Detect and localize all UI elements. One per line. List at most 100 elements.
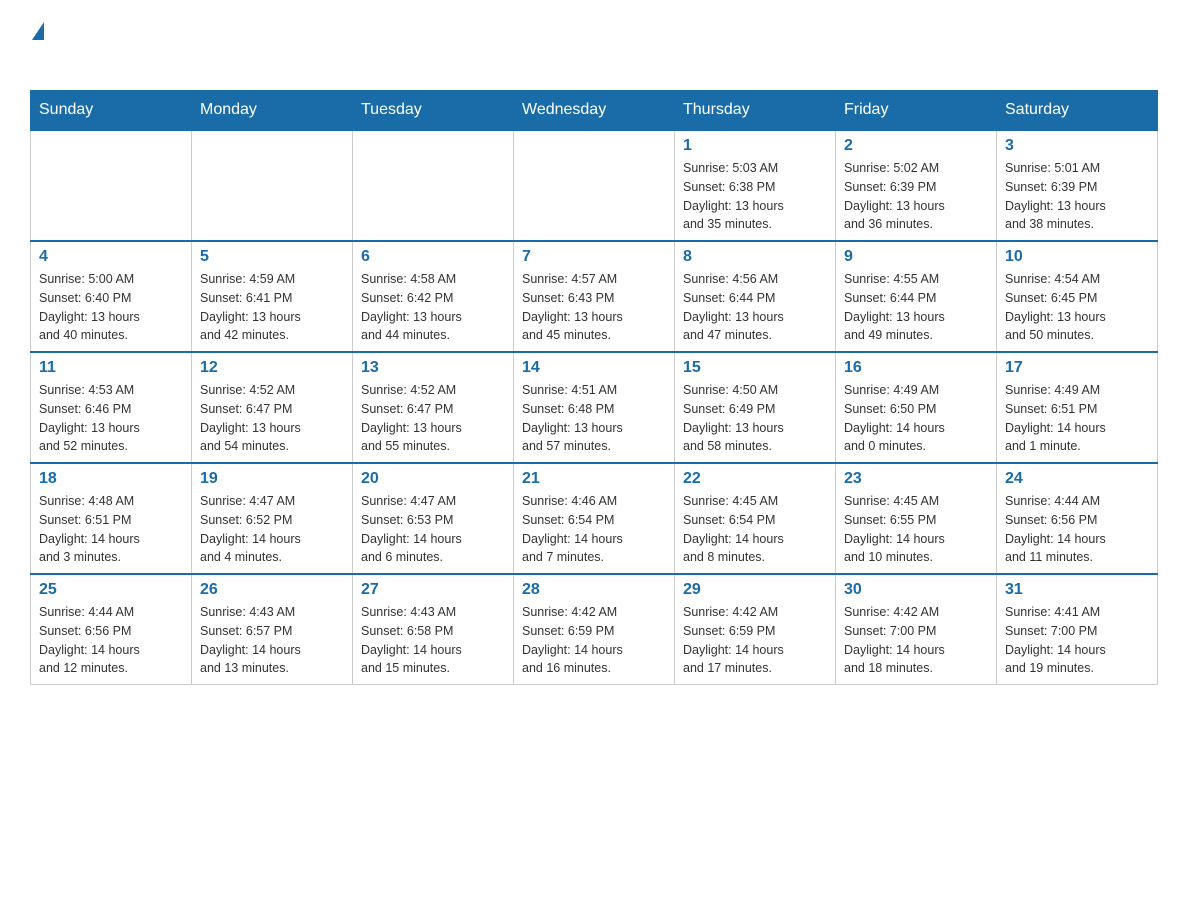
day-info: Sunrise: 4:42 AM Sunset: 7:00 PM Dayligh… [844, 603, 988, 678]
calendar-cell: 12 Sunrise: 4:52 AM Sunset: 6:47 PM Dayli… [192, 352, 353, 463]
calendar-cell: 5Sunrise: 4:59 AM Sunset: 6:41 PM Daylig… [192, 241, 353, 352]
calendar-week-row: 1 Sunrise: 5:03 AM Sunset: 6:38 PM Daylig… [31, 130, 1158, 241]
day-number: 14 [522, 359, 666, 377]
calendar-header-wednesday: Wednesday [514, 91, 675, 131]
calendar-cell: 30 Sunrise: 4:42 AM Sunset: 7:00 PM Dayli… [836, 574, 997, 685]
day-number: 5 [200, 248, 344, 266]
calendar-cell: 25 Sunrise: 4:44 AM Sunset: 6:56 PM Dayli… [31, 574, 192, 685]
calendar-week-row: 11 Sunrise: 4:53 AM Sunset: 6:46 PM Dayli… [31, 352, 1158, 463]
calendar-cell: 1 Sunrise: 5:03 AM Sunset: 6:38 PM Daylig… [675, 130, 836, 241]
day-info: Sunrise: 5:02 AM Sunset: 6:39 PM Dayligh… [844, 159, 988, 234]
day-info: Sunrise: 4:48 AM Sunset: 6:51 PM Dayligh… [39, 492, 183, 567]
day-number: 7 [522, 248, 666, 266]
calendar-cell: 14 Sunrise: 4:51 AM Sunset: 6:48 PM Dayli… [514, 352, 675, 463]
day-number: 23 [844, 470, 988, 488]
calendar-cell: 3 Sunrise: 5:01 AM Sunset: 6:39 PM Daylig… [997, 130, 1158, 241]
day-info: Sunrise: 4:42 AM Sunset: 6:59 PM Dayligh… [522, 603, 666, 678]
day-info: Sunrise: 4:45 AM Sunset: 6:54 PM Dayligh… [683, 492, 827, 567]
day-number: 6 [361, 248, 505, 266]
day-info: Sunrise: 4:44 AM Sunset: 6:56 PM Dayligh… [39, 603, 183, 678]
calendar-cell: 23 Sunrise: 4:45 AM Sunset: 6:55 PM Dayli… [836, 463, 997, 574]
calendar-cell: 19 Sunrise: 4:47 AM Sunset: 6:52 PM Dayli… [192, 463, 353, 574]
day-number: 30 [844, 581, 988, 599]
day-number: 8 [683, 248, 827, 266]
day-info: Sunrise: 4:43 AM Sunset: 6:58 PM Dayligh… [361, 603, 505, 678]
calendar-header-friday: Friday [836, 91, 997, 131]
day-info: Sunrise: 4:51 AM Sunset: 6:48 PM Dayligh… [522, 381, 666, 456]
day-info: Sunrise: 4:57 AM Sunset: 6:43 PM Dayligh… [522, 270, 666, 345]
day-number: 1 [683, 137, 827, 155]
day-info: Sunrise: 4:49 AM Sunset: 6:50 PM Dayligh… [844, 381, 988, 456]
calendar-cell: 21Sunrise: 4:46 AM Sunset: 6:54 PM Dayli… [514, 463, 675, 574]
day-number: 13 [361, 359, 505, 377]
day-number: 29 [683, 581, 827, 599]
calendar-cell: 9 Sunrise: 4:55 AM Sunset: 6:44 PM Daylig… [836, 241, 997, 352]
calendar-cell: 7 Sunrise: 4:57 AM Sunset: 6:43 PM Daylig… [514, 241, 675, 352]
calendar-cell: 22Sunrise: 4:45 AM Sunset: 6:54 PM Dayli… [675, 463, 836, 574]
day-info: Sunrise: 4:53 AM Sunset: 6:46 PM Dayligh… [39, 381, 183, 456]
calendar-cell [514, 130, 675, 241]
calendar-cell: 2 Sunrise: 5:02 AM Sunset: 6:39 PM Daylig… [836, 130, 997, 241]
day-number: 10 [1005, 248, 1149, 266]
calendar-cell: 6 Sunrise: 4:58 AM Sunset: 6:42 PM Daylig… [353, 241, 514, 352]
day-info: Sunrise: 4:42 AM Sunset: 6:59 PM Dayligh… [683, 603, 827, 678]
day-info: Sunrise: 4:54 AM Sunset: 6:45 PM Dayligh… [1005, 270, 1149, 345]
day-number: 9 [844, 248, 988, 266]
day-number: 4 [39, 248, 183, 266]
day-number: 24 [1005, 470, 1149, 488]
day-number: 20 [361, 470, 505, 488]
calendar-cell: 8Sunrise: 4:56 AM Sunset: 6:44 PM Daylig… [675, 241, 836, 352]
calendar-cell: 4Sunrise: 5:00 AM Sunset: 6:40 PM Daylig… [31, 241, 192, 352]
logo-triangle-icon [32, 22, 44, 40]
day-number: 17 [1005, 359, 1149, 377]
day-info: Sunrise: 4:58 AM Sunset: 6:42 PM Dayligh… [361, 270, 505, 345]
day-info: Sunrise: 4:49 AM Sunset: 6:51 PM Dayligh… [1005, 381, 1149, 456]
day-number: 16 [844, 359, 988, 377]
day-number: 26 [200, 581, 344, 599]
calendar-cell: 13Sunrise: 4:52 AM Sunset: 6:47 PM Dayli… [353, 352, 514, 463]
day-number: 3 [1005, 137, 1149, 155]
day-number: 28 [522, 581, 666, 599]
calendar-cell: 28 Sunrise: 4:42 AM Sunset: 6:59 PM Dayli… [514, 574, 675, 685]
calendar-header-saturday: Saturday [997, 91, 1158, 131]
calendar-cell: 15 Sunrise: 4:50 AM Sunset: 6:49 PM Dayli… [675, 352, 836, 463]
day-info: Sunrise: 4:44 AM Sunset: 6:56 PM Dayligh… [1005, 492, 1149, 567]
page-header [30, 20, 1158, 70]
day-number: 15 [683, 359, 827, 377]
day-info: Sunrise: 5:01 AM Sunset: 6:39 PM Dayligh… [1005, 159, 1149, 234]
day-info: Sunrise: 4:55 AM Sunset: 6:44 PM Dayligh… [844, 270, 988, 345]
day-info: Sunrise: 4:47 AM Sunset: 6:52 PM Dayligh… [200, 492, 344, 567]
calendar-header-thursday: Thursday [675, 91, 836, 131]
calendar-week-row: 4Sunrise: 5:00 AM Sunset: 6:40 PM Daylig… [31, 241, 1158, 352]
calendar-table: SundayMondayTuesdayWednesdayThursdayFrid… [30, 90, 1158, 685]
day-number: 19 [200, 470, 344, 488]
calendar-header-monday: Monday [192, 91, 353, 131]
calendar-cell: 18 Sunrise: 4:48 AM Sunset: 6:51 PM Dayli… [31, 463, 192, 574]
calendar-cell: 24 Sunrise: 4:44 AM Sunset: 6:56 PM Dayli… [997, 463, 1158, 574]
calendar-cell: 26 Sunrise: 4:43 AM Sunset: 6:57 PM Dayli… [192, 574, 353, 685]
calendar-cell: 31Sunrise: 4:41 AM Sunset: 7:00 PM Dayli… [997, 574, 1158, 685]
day-info: Sunrise: 4:50 AM Sunset: 6:49 PM Dayligh… [683, 381, 827, 456]
calendar-cell [192, 130, 353, 241]
calendar-cell [353, 130, 514, 241]
day-number: 12 [200, 359, 344, 377]
calendar-cell: 17 Sunrise: 4:49 AM Sunset: 6:51 PM Dayli… [997, 352, 1158, 463]
calendar-week-row: 25 Sunrise: 4:44 AM Sunset: 6:56 PM Dayli… [31, 574, 1158, 685]
calendar-cell: 29 Sunrise: 4:42 AM Sunset: 6:59 PM Dayli… [675, 574, 836, 685]
calendar-cell: 10 Sunrise: 4:54 AM Sunset: 6:45 PM Dayli… [997, 241, 1158, 352]
day-number: 27 [361, 581, 505, 599]
calendar-cell: 11 Sunrise: 4:53 AM Sunset: 6:46 PM Dayli… [31, 352, 192, 463]
logo [30, 20, 46, 70]
day-info: Sunrise: 4:43 AM Sunset: 6:57 PM Dayligh… [200, 603, 344, 678]
day-info: Sunrise: 4:47 AM Sunset: 6:53 PM Dayligh… [361, 492, 505, 567]
calendar-cell [31, 130, 192, 241]
calendar-week-row: 18 Sunrise: 4:48 AM Sunset: 6:51 PM Dayli… [31, 463, 1158, 574]
calendar-cell: 27 Sunrise: 4:43 AM Sunset: 6:58 PM Dayli… [353, 574, 514, 685]
day-number: 11 [39, 359, 183, 377]
day-number: 25 [39, 581, 183, 599]
day-number: 18 [39, 470, 183, 488]
day-info: Sunrise: 4:45 AM Sunset: 6:55 PM Dayligh… [844, 492, 988, 567]
day-info: Sunrise: 4:52 AM Sunset: 6:47 PM Dayligh… [200, 381, 344, 456]
day-info: Sunrise: 5:03 AM Sunset: 6:38 PM Dayligh… [683, 159, 827, 234]
day-number: 2 [844, 137, 988, 155]
